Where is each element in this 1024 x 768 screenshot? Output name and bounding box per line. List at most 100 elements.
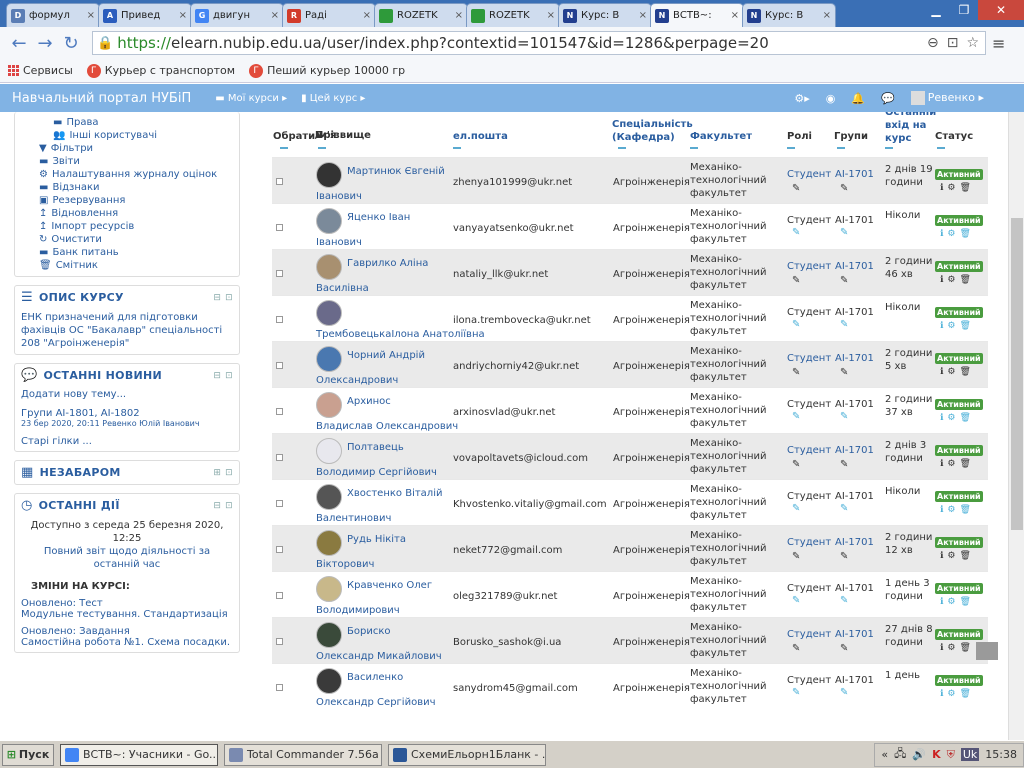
settings-icon[interactable]: ⚙	[947, 229, 955, 239]
admin-item[interactable]: ▬ Банк питань	[21, 246, 233, 259]
select-checkbox[interactable]	[276, 454, 283, 461]
vertical-scrollbar[interactable]	[1008, 112, 1024, 740]
delete-icon[interactable]: 🗑	[960, 183, 971, 193]
user-menu[interactable]: Ревенко ▸	[910, 91, 984, 105]
user-name-link[interactable]: Архинос	[347, 396, 391, 407]
shield-icon[interactable]: ⛨	[947, 748, 955, 762]
settings-icon[interactable]: ⚙	[947, 551, 955, 561]
user-name-link[interactable]: Василівна	[316, 283, 369, 294]
admin-item[interactable]: ⚙ Налаштування журналу оцінок	[21, 168, 233, 181]
edit-roles-icon[interactable]: ✎	[792, 687, 800, 698]
tab-close-icon[interactable]: ×	[179, 10, 187, 21]
admin-item[interactable]: ▼ Фільтри	[21, 142, 233, 155]
collapse-icon[interactable]: ⊟	[213, 293, 221, 303]
delete-icon[interactable]: 🗑	[960, 597, 971, 607]
edit-groups-icon[interactable]: ✎	[840, 367, 848, 378]
info-icon[interactable]: ℹ	[940, 689, 943, 699]
delete-icon[interactable]: 🗑	[960, 229, 971, 239]
notifications-icon[interactable]: 🔔	[851, 92, 865, 105]
group-cell[interactable]: АІ-1701	[835, 537, 874, 548]
user-name-link[interactable]: Чорний Андрій	[347, 350, 425, 361]
start-button[interactable]: ⊞ Пуск	[2, 743, 54, 766]
delete-icon[interactable]: 🗑	[960, 367, 971, 377]
edit-roles-icon[interactable]: ✎	[792, 367, 800, 378]
news-item-link[interactable]: Групи АІ-1801, АІ-1802	[21, 408, 233, 419]
edit-roles-icon[interactable]: ✎	[792, 227, 800, 238]
settings-icon[interactable]: ⚙	[947, 275, 955, 285]
browser-tab[interactable]: N Курс: В ×	[742, 3, 836, 27]
group-cell[interactable]: АІ-1701	[835, 353, 874, 364]
admin-item[interactable]: ↥ Відновлення	[21, 207, 233, 220]
scrollbar-thumb[interactable]	[1011, 218, 1023, 530]
edit-roles-icon[interactable]: ✎	[792, 275, 800, 286]
role-cell[interactable]: Студент	[787, 445, 831, 456]
back-to-top-button[interactable]	[976, 642, 998, 660]
back-icon[interactable]: ←	[6, 30, 32, 56]
edit-groups-icon[interactable]: ✎	[840, 227, 848, 238]
avatar[interactable]	[316, 622, 342, 648]
dock-icon[interactable]: ⊡	[225, 293, 233, 303]
role-cell[interactable]: Студент	[787, 537, 831, 548]
delete-icon[interactable]: 🗑	[960, 413, 971, 423]
edit-groups-icon[interactable]: ✎	[840, 551, 848, 562]
settings-icon[interactable]: ⚙	[947, 321, 955, 331]
delete-icon[interactable]: 🗑	[960, 643, 971, 653]
browser-tab[interactable]: N Курс: В ×	[558, 3, 652, 27]
role-cell[interactable]: Студент	[787, 261, 831, 272]
info-icon[interactable]: ℹ	[940, 643, 943, 653]
delete-icon[interactable]: 🗑	[960, 551, 971, 561]
select-checkbox[interactable]	[276, 316, 283, 323]
info-icon[interactable]: ℹ	[940, 551, 943, 561]
select-checkbox[interactable]	[276, 178, 283, 185]
edit-groups-icon[interactable]: ✎	[840, 275, 848, 286]
edit-groups-icon[interactable]: ✎	[840, 183, 848, 194]
settings-icon[interactable]: ⚙	[947, 597, 955, 607]
user-name-link[interactable]: Олександр Микайлович	[316, 651, 442, 662]
star-icon[interactable]: ☆	[966, 35, 979, 51]
info-icon[interactable]: ℹ	[940, 367, 943, 377]
info-icon[interactable]: ℹ	[940, 505, 943, 515]
delete-icon[interactable]: 🗑	[960, 321, 971, 331]
select-checkbox[interactable]	[276, 592, 283, 599]
this-course-menu[interactable]: ▮ Цей курс ▸	[301, 93, 365, 104]
user-name-link[interactable]: Валентинович	[316, 513, 391, 524]
tab-close-icon[interactable]: ×	[639, 10, 647, 21]
dock-icon[interactable]: ⊡	[225, 468, 233, 478]
col-specialty[interactable]: Спеціальність (Кафедра)	[612, 118, 693, 144]
bookmark-courier-walk[interactable]: Г Пеший курьер 10000 гр	[249, 63, 405, 78]
browser-tab[interactable]: ROZETK ×	[374, 3, 468, 27]
collapse-icon[interactable]: ⊟	[213, 501, 221, 511]
role-cell[interactable]: Студент	[787, 629, 831, 640]
user-name-link[interactable]: Рудь Нікіта	[347, 534, 406, 545]
edit-roles-icon[interactable]: ✎	[792, 411, 800, 422]
select-checkbox[interactable]	[276, 546, 283, 553]
user-name-link[interactable]: Олександрович	[316, 375, 398, 386]
info-icon[interactable]: ℹ	[940, 321, 943, 331]
info-icon[interactable]: ℹ	[940, 275, 943, 285]
admin-item[interactable]: 🗑 Смітник	[21, 259, 233, 272]
bookmark-services[interactable]: Сервисы	[8, 64, 73, 77]
user-name-link[interactable]: Гаврилко Аліна	[347, 258, 428, 269]
user-name-link[interactable]: Кравченко Олег	[347, 580, 432, 591]
chrome-menu-icon[interactable]: ≡	[992, 34, 1005, 53]
network-icon[interactable]: 🖧	[894, 745, 906, 764]
info-icon[interactable]: ℹ	[940, 183, 943, 193]
close-icon[interactable]: ✕	[978, 0, 1024, 20]
user-name-link[interactable]: Олександр Сергійович	[316, 697, 436, 708]
tab-close-icon[interactable]: ×	[823, 10, 831, 21]
select-checkbox[interactable]	[276, 362, 283, 369]
avatar[interactable]	[316, 668, 342, 694]
collapse-icon[interactable]: ⊟	[213, 371, 221, 381]
tab-close-icon[interactable]: ×	[731, 10, 739, 21]
delete-icon[interactable]: 🗑	[960, 689, 971, 699]
user-name-link[interactable]: Іванович	[316, 191, 362, 202]
dock-icon[interactable]: ⊡	[225, 501, 233, 511]
tab-close-icon[interactable]: ×	[455, 10, 463, 21]
admin-item[interactable]: 👥 Інші користувачі	[21, 129, 233, 142]
user-name-link[interactable]: Яценко Іван	[347, 212, 410, 223]
edit-groups-icon[interactable]: ✎	[840, 503, 848, 514]
reload-icon[interactable]: ↻	[58, 30, 84, 56]
edit-roles-icon[interactable]: ✎	[792, 183, 800, 194]
edit-groups-icon[interactable]: ✎	[840, 687, 848, 698]
select-checkbox[interactable]	[276, 270, 283, 277]
